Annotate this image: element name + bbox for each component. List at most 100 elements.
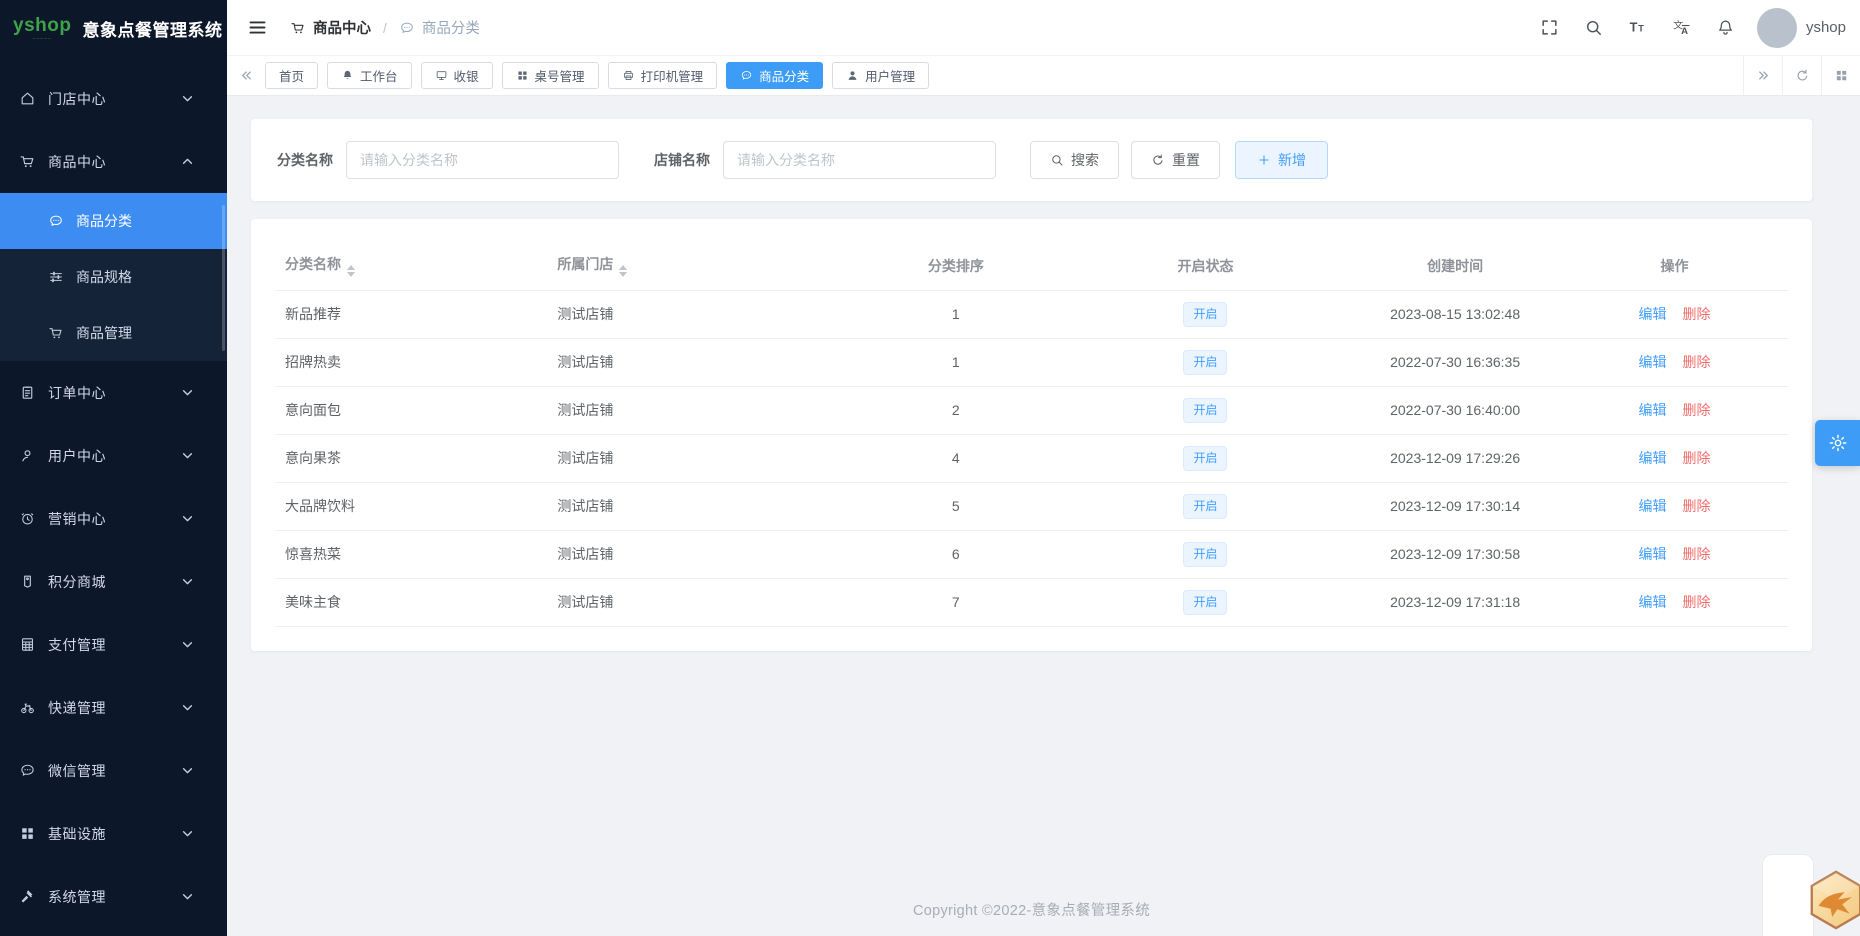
tab-table-manage[interactable]: 桌号管理 — [501, 62, 599, 89]
sidebar-item-points-mall[interactable]: 积分商城 — [0, 550, 227, 613]
chevron-down-icon — [179, 825, 196, 842]
notification-bell-icon[interactable] — [1716, 18, 1735, 37]
search-button-label: 搜索 — [1071, 152, 1099, 168]
fullscreen-icon[interactable] — [1540, 18, 1559, 37]
cell-shop: 测试店铺 — [547, 530, 850, 579]
cart-icon — [19, 153, 36, 170]
category-name-label: 分类名称 — [277, 152, 333, 168]
add-button[interactable]: 新增 — [1235, 141, 1328, 179]
edit-link[interactable]: 编辑 — [1639, 306, 1667, 322]
tab-printer-manage[interactable]: 打印机管理 — [607, 62, 718, 89]
delete-link[interactable]: 删除 — [1683, 306, 1711, 322]
footer-copyright: Copyright ©2022-意象点餐管理系统 — [912, 903, 1151, 919]
font-size-icon[interactable]: TT — [1628, 18, 1647, 37]
tab-cashier[interactable]: 收银 — [420, 62, 493, 89]
cell-status: 开启 — [1061, 434, 1350, 483]
search-button[interactable]: 搜索 — [1030, 141, 1119, 179]
tab-user-manage[interactable]: 用户管理 — [832, 62, 930, 89]
chevron-down-icon — [179, 573, 196, 590]
delete-link[interactable]: 删除 — [1683, 594, 1711, 610]
shop-name-label: 店铺名称 — [654, 152, 710, 168]
column-header[interactable]: 所属门店 — [547, 242, 850, 291]
edit-link[interactable]: 编辑 — [1639, 450, 1667, 466]
sidebar-item-wechat-manage[interactable]: 微信管理 — [0, 739, 227, 802]
status-badge: 开启 — [1183, 445, 1228, 471]
shop-name-input[interactable] — [723, 141, 996, 179]
category-name-input[interactable] — [346, 141, 619, 179]
search-icon[interactable] — [1584, 18, 1603, 37]
delete-link[interactable]: 删除 — [1683, 546, 1711, 562]
chevron-down-icon — [179, 762, 196, 779]
search-icon — [1050, 153, 1064, 167]
sidebar-item-payment-manage[interactable]: 支付管理 — [0, 613, 227, 676]
sort-carets-icon[interactable] — [347, 265, 355, 278]
cell-shop: 测试店铺 — [547, 386, 850, 435]
sidebar-item-system-manage[interactable]: 系统管理 — [0, 865, 227, 928]
avatar[interactable] — [1756, 7, 1797, 48]
price-tag-icon — [19, 573, 36, 590]
username[interactable]: yshop — [1806, 19, 1846, 36]
sidebar-item-goods-manage[interactable]: 商品管理 — [0, 305, 227, 361]
translate-icon[interactable]: 文A — [1672, 18, 1691, 37]
sidebar-item-label: 订单中心 — [48, 384, 106, 401]
sidebar-item-goods-category[interactable]: 商品分类 — [0, 193, 227, 249]
sidebar-menu: 门店中心 商品中心 商品分类 商品规格商品管理订单中心用户中心营销中心积分商城支付管理… — [0, 56, 227, 928]
sidebar-item-marketing-center[interactable]: 营销中心 — [0, 487, 227, 550]
cell-status: 开启 — [1061, 578, 1350, 627]
cell-actions: 编辑 删除 — [1561, 338, 1788, 387]
sidebar-item-goods-center[interactable]: 商品中心 — [0, 130, 227, 193]
chevron-down-icon — [179, 510, 196, 527]
sidebar-scrollbar[interactable] — [222, 205, 225, 351]
edit-link[interactable]: 编辑 — [1639, 354, 1667, 370]
sliders-icon — [48, 269, 64, 285]
column-header-label: 操作 — [1660, 257, 1689, 274]
home-icon — [19, 90, 36, 107]
sidebar-item-express-manage[interactable]: 快递管理 — [0, 676, 227, 739]
sidebar-item-label: 营销中心 — [48, 510, 106, 527]
cell-actions: 编辑 删除 — [1561, 434, 1788, 483]
cell-created-time: 2023-12-09 17:31:18 — [1349, 578, 1562, 627]
sidebar-item-infrastructure[interactable]: 基础设施 — [0, 802, 227, 865]
theme-settings-button[interactable] — [1815, 420, 1860, 466]
edit-link[interactable]: 编辑 — [1639, 498, 1667, 514]
scroll-tabs-left-icon[interactable] — [239, 68, 254, 83]
reset-button[interactable]: 重置 — [1131, 141, 1220, 179]
column-header: 创建时间 — [1349, 242, 1562, 291]
breadcrumb-item-goods-center[interactable]: 商品中心 — [313, 17, 371, 38]
edit-link[interactable]: 编辑 — [1639, 546, 1667, 562]
refresh-page-button[interactable] — [1782, 56, 1821, 95]
delete-link[interactable]: 删除 — [1683, 354, 1711, 370]
table-row: 大品牌饮料 测试店铺 5 开启 2023-12-09 17:30:14 编辑 删除 — [275, 482, 1788, 531]
clipboard-icon — [19, 384, 36, 401]
sidebar-item-order-center[interactable]: 订单中心 — [0, 361, 227, 424]
edit-link[interactable]: 编辑 — [1639, 402, 1667, 418]
sidebar-item-label: 商品管理 — [76, 325, 132, 341]
sort-carets-icon[interactable] — [619, 265, 628, 278]
column-header[interactable]: 分类名称 — [275, 242, 548, 291]
logo[interactable]: yshop ───── 意象点餐管理系统 — [0, 0, 227, 56]
status-badge: 开启 — [1183, 349, 1228, 375]
delete-link[interactable]: 删除 — [1683, 402, 1711, 418]
hamburger-icon[interactable] — [247, 17, 268, 38]
sidebar-item-user-center[interactable]: 用户中心 — [0, 424, 227, 487]
tab-workbench[interactable]: 工作台 — [327, 62, 412, 89]
scroll-tabs-right-button[interactable] — [1743, 56, 1782, 95]
download-bird-icon[interactable] — [1805, 869, 1860, 931]
table-body: 新品推荐 测试店铺 1 开启 2023-08-15 13:02:48 编辑 删除 招牌热卖 测试… — [275, 290, 1788, 627]
sidebar-item-goods-spec[interactable]: 商品规格 — [0, 249, 227, 305]
breadcrumb-item-current: 商品分类 — [421, 21, 480, 37]
delete-link[interactable]: 删除 — [1683, 498, 1711, 514]
cell-category-name: 美味主食 — [275, 578, 548, 627]
user-icon — [19, 447, 36, 464]
sidebar-item-label: 支付管理 — [48, 636, 106, 653]
reset-button-label: 重置 — [1172, 152, 1200, 168]
cell-category-name: 意向面包 — [275, 386, 548, 435]
tab-home[interactable]: 首页 — [265, 62, 319, 89]
tab-options-button[interactable] — [1821, 56, 1860, 95]
column-header-label: 所属门店 — [557, 256, 614, 273]
sidebar-item-store-center[interactable]: 门店中心 — [0, 67, 227, 130]
delete-link[interactable]: 删除 — [1683, 450, 1711, 466]
edit-link[interactable]: 编辑 — [1639, 594, 1667, 610]
column-header-label: 开启状态 — [1177, 257, 1234, 274]
tab-goods-category[interactable]: 商品分类 — [726, 62, 824, 89]
